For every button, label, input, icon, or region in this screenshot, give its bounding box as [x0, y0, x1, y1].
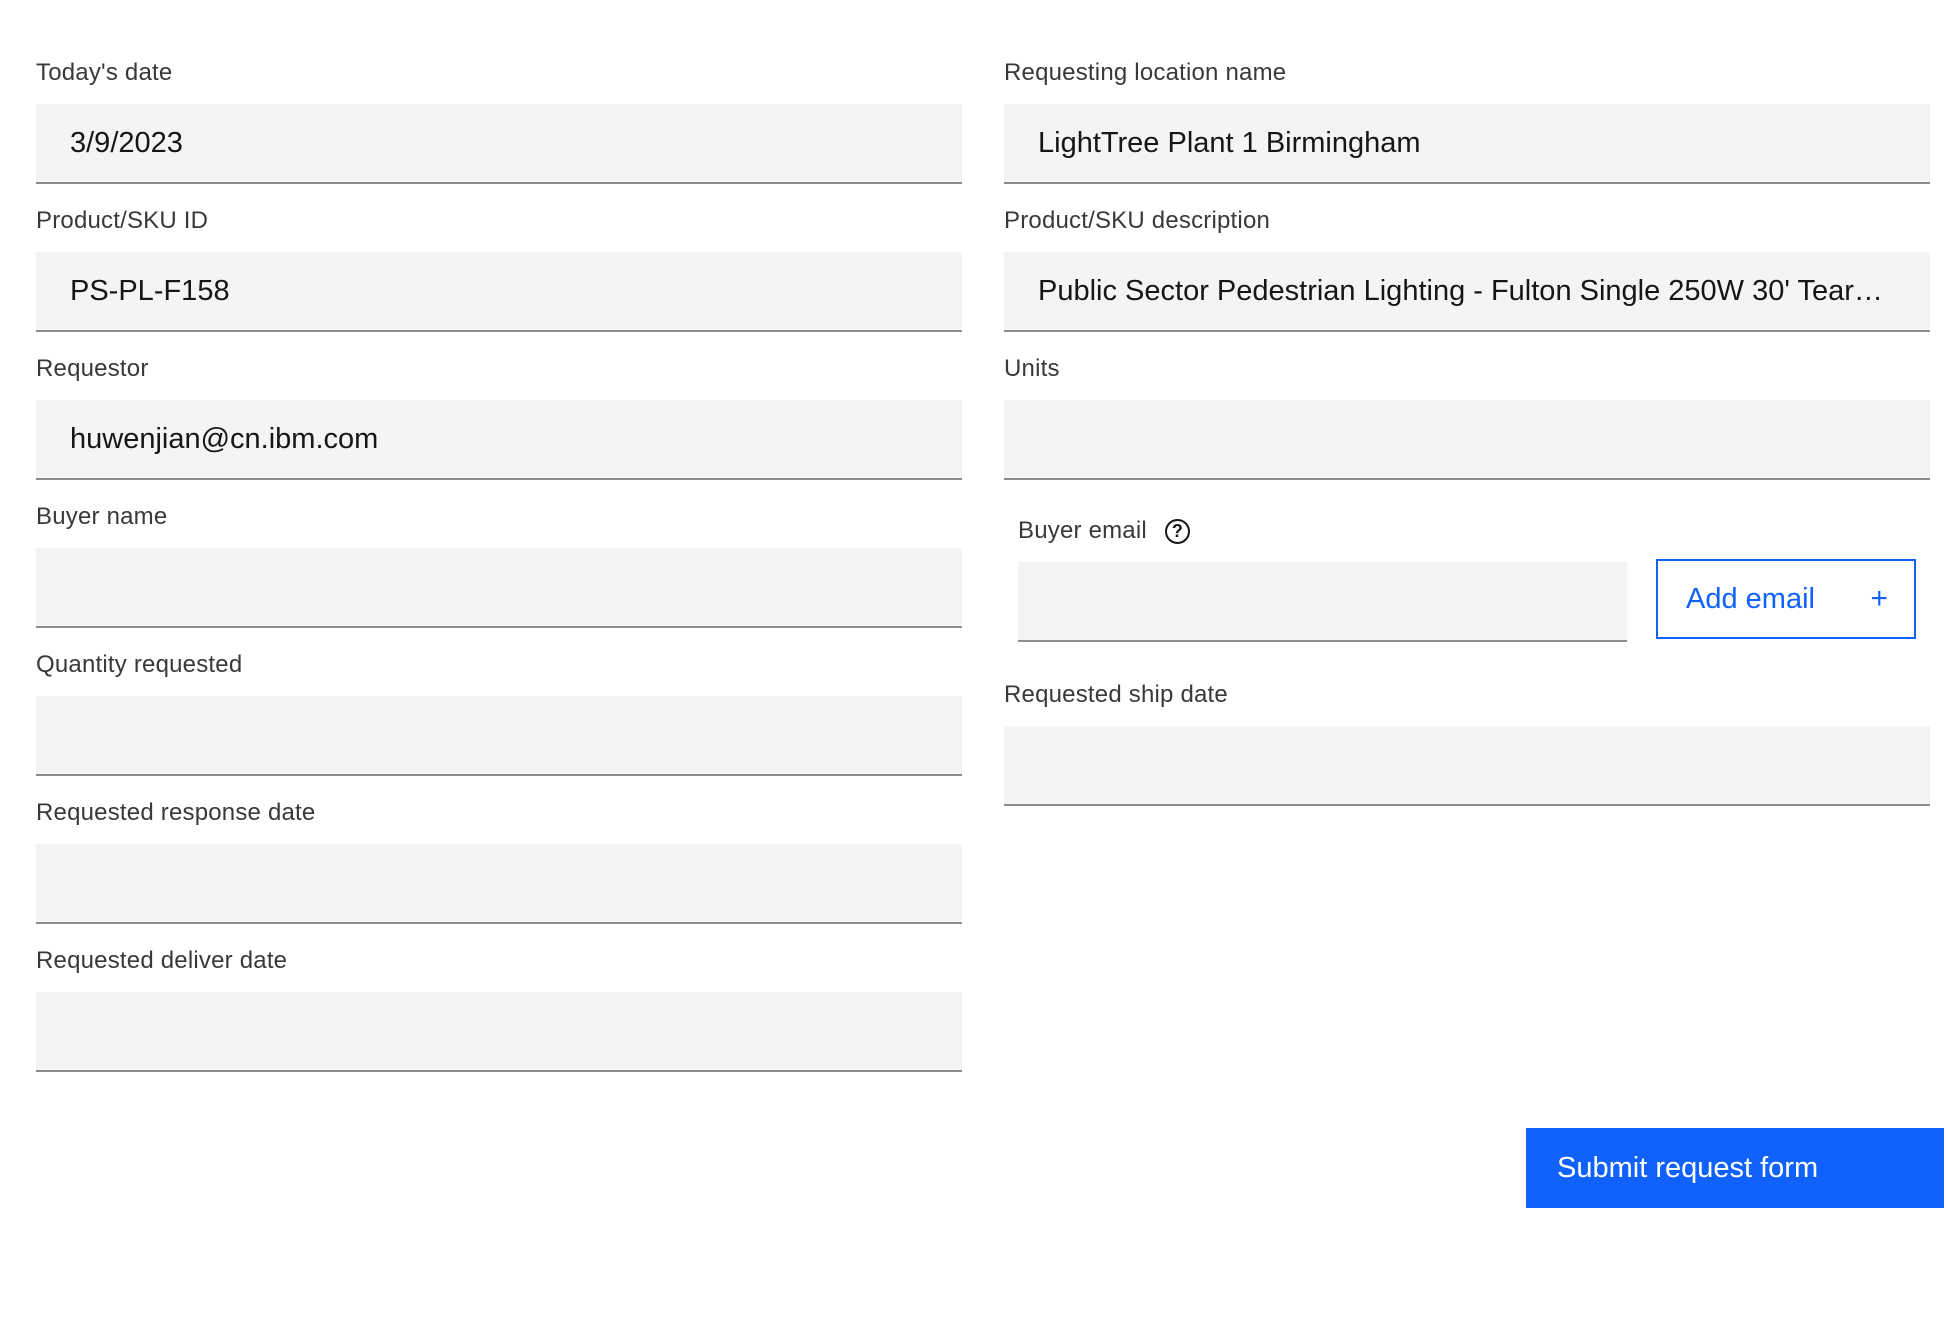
- todays-date-input[interactable]: 3/9/2023: [36, 104, 962, 184]
- requested-deliver-date-label: Requested deliver date: [36, 947, 288, 974]
- requesting-location-input[interactable]: LightTree Plant 1 Birmingham: [1004, 104, 1930, 184]
- product-sku-id-field: Product/SKU ID PS-PL-F158: [36, 200, 962, 348]
- todays-date-label: Today's date: [36, 59, 173, 86]
- buyer-email-label: Buyer email: [1018, 517, 1147, 544]
- buyer-email-row: Add email +: [1018, 559, 1930, 642]
- units-label: Units: [1004, 355, 1060, 382]
- requested-deliver-date-input[interactable]: [36, 992, 962, 1072]
- quantity-requested-label: Quantity requested: [36, 651, 243, 678]
- add-email-label: Add email: [1686, 582, 1815, 615]
- product-sku-description-label: Product/SKU description: [1004, 207, 1271, 234]
- units-input[interactable]: [1004, 400, 1930, 480]
- units-field: Units: [1004, 348, 1930, 496]
- todays-date-field: Today's date 3/9/2023: [36, 52, 962, 200]
- requested-response-date-input[interactable]: [36, 844, 962, 924]
- buyer-name-field: Buyer name: [36, 496, 962, 644]
- right-column: Requesting location name LightTree Plant…: [1004, 52, 1930, 822]
- buyer-email-label-row: Buyer email ?: [1018, 510, 1930, 552]
- quantity-requested-input[interactable]: [36, 696, 962, 776]
- add-email-button[interactable]: Add email +: [1656, 559, 1916, 639]
- requesting-location-label: Requesting location name: [1004, 59, 1287, 86]
- requested-ship-date-label: Requested ship date: [1004, 681, 1228, 708]
- requestor-input[interactable]: huwenjian@cn.ibm.com: [36, 400, 962, 480]
- requestor-field: Requestor huwenjian@cn.ibm.com: [36, 348, 962, 496]
- buyer-name-input[interactable]: [36, 548, 962, 628]
- quantity-requested-field: Quantity requested: [36, 644, 962, 792]
- product-sku-id-input[interactable]: PS-PL-F158: [36, 252, 962, 332]
- submit-request-button[interactable]: Submit request form: [1526, 1128, 1944, 1208]
- product-sku-id-label: Product/SKU ID: [36, 207, 209, 234]
- requested-response-date-field: Requested response date: [36, 792, 962, 940]
- help-circle-icon[interactable]: ?: [1164, 518, 1190, 544]
- product-sku-description-input[interactable]: Public Sector Pedestrian Lighting - Fult…: [1004, 252, 1930, 332]
- requested-deliver-date-field: Requested deliver date: [36, 940, 962, 1088]
- plus-icon: +: [1870, 582, 1888, 615]
- requesting-location-field: Requesting location name LightTree Plant…: [1004, 52, 1930, 200]
- requested-response-date-label: Requested response date: [36, 799, 316, 826]
- requested-ship-date-field: Requested ship date: [1004, 674, 1930, 822]
- requestor-label: Requestor: [36, 355, 149, 382]
- product-sku-description-field: Product/SKU description Public Sector Pe…: [1004, 200, 1930, 348]
- buyer-email-input[interactable]: [1018, 562, 1627, 642]
- submit-request-label: Submit request form: [1557, 1151, 1819, 1184]
- left-column: Today's date 3/9/2023 Product/SKU ID PS-…: [36, 52, 962, 1088]
- buyer-name-label: Buyer name: [36, 503, 168, 530]
- requested-ship-date-input[interactable]: [1004, 726, 1930, 806]
